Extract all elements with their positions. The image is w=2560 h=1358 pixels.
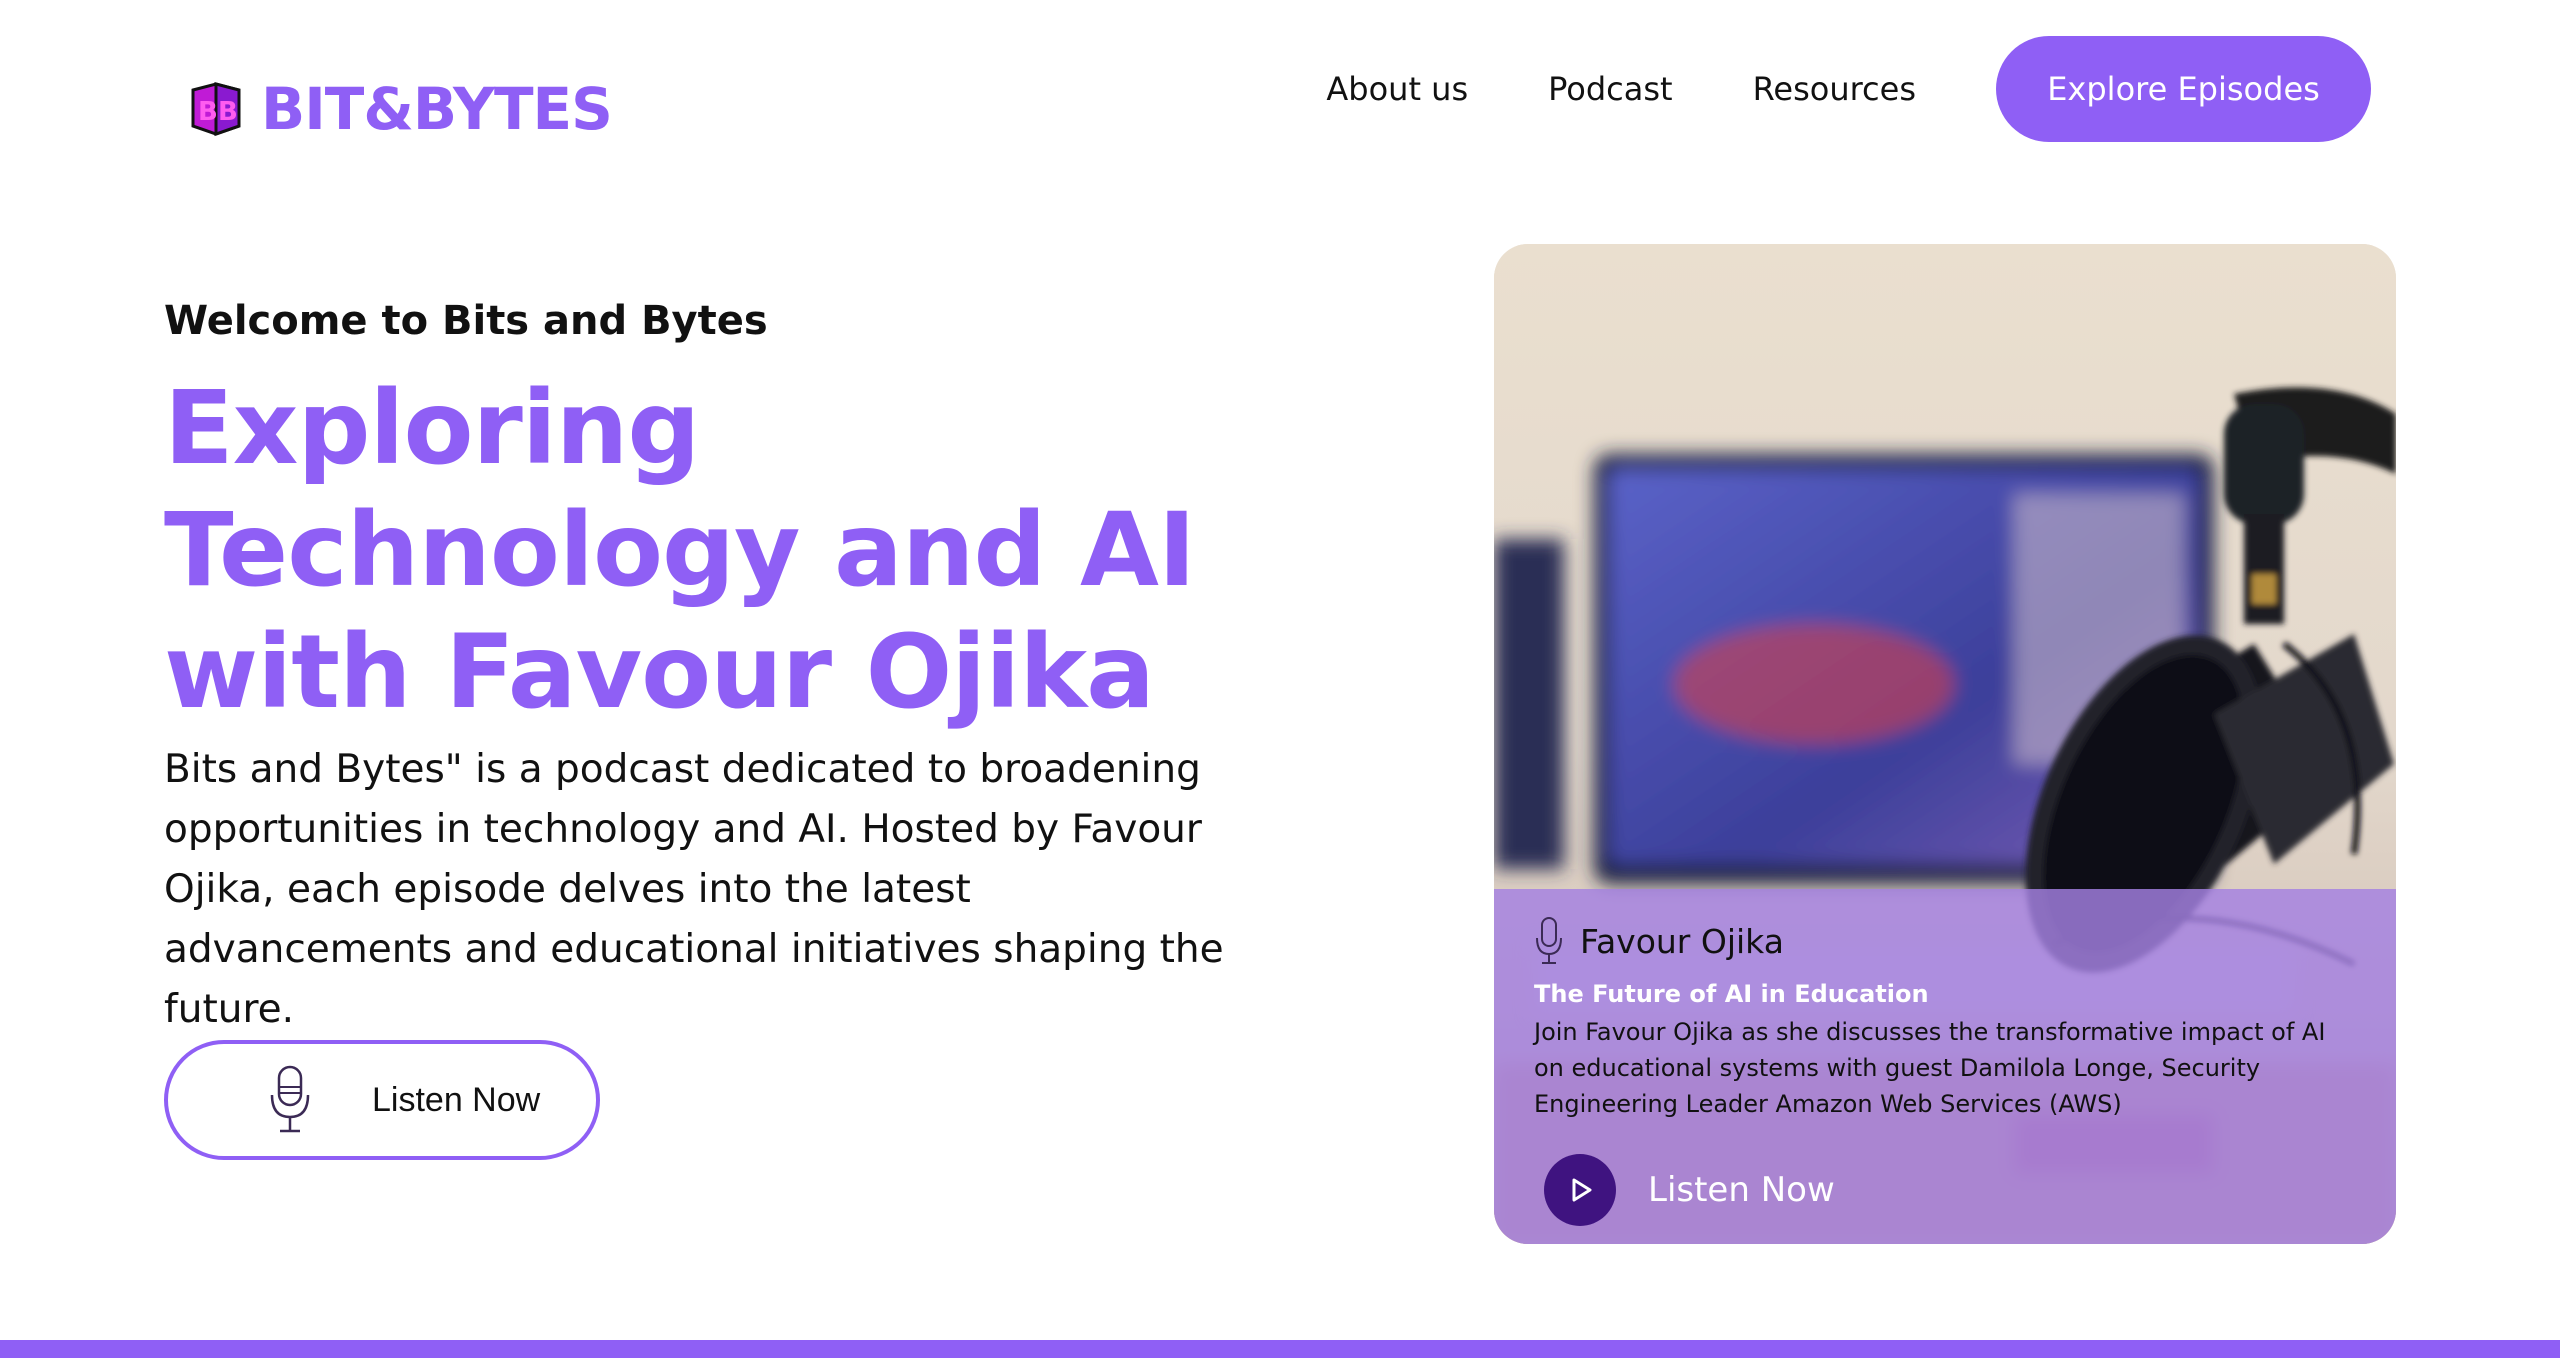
- microphone-icon: [1536, 917, 1562, 964]
- play-icon: [1572, 1178, 1592, 1202]
- episode-host-name: Favour Ojika: [1580, 921, 1784, 961]
- listen-now-label: Listen Now: [372, 1080, 541, 1119]
- bb-cube-logo-icon: B B: [191, 82, 241, 137]
- svg-text:B: B: [198, 97, 218, 127]
- hero-eyebrow: Welcome to Bits and Bytes: [164, 298, 768, 344]
- brand-logo[interactable]: B B BIT&BYTES: [185, 75, 613, 143]
- svg-text:B: B: [218, 97, 238, 127]
- bottom-accent-bar: [0, 1340, 2560, 1358]
- microphone-icon: [270, 1065, 310, 1133]
- brand-name: BIT&BYTES: [261, 75, 613, 143]
- listen-now-button[interactable]: Listen Now: [164, 1040, 600, 1160]
- episode-host: Favour Ojika: [1534, 916, 1784, 966]
- main-nav: About us Podcast Resources Explore Episo…: [1326, 36, 2371, 142]
- episode-card[interactable]: Favour Ojika The Future of AI in Educati…: [1494, 244, 2396, 1244]
- hero-headline: Exploring Technology and AI with Favour …: [164, 369, 1196, 732]
- play-button[interactable]: [1544, 1154, 1616, 1226]
- hero-description: Bits and Bytes" is a podcast dedicated t…: [164, 747, 1224, 1032]
- nav-about-us[interactable]: About us: [1326, 70, 1468, 108]
- episode-description: Join Favour Ojika as she discusses the t…: [1534, 1018, 2326, 1118]
- episode-title[interactable]: The Future of AI in Education: [1534, 980, 1929, 1008]
- episode-listen-button[interactable]: Listen Now: [1544, 1154, 1835, 1226]
- episode-listen-label: Listen Now: [1648, 1170, 1835, 1210]
- explore-episodes-button[interactable]: Explore Episodes: [1996, 36, 2371, 142]
- nav-resources[interactable]: Resources: [1753, 70, 1916, 108]
- nav-podcast[interactable]: Podcast: [1548, 70, 1672, 108]
